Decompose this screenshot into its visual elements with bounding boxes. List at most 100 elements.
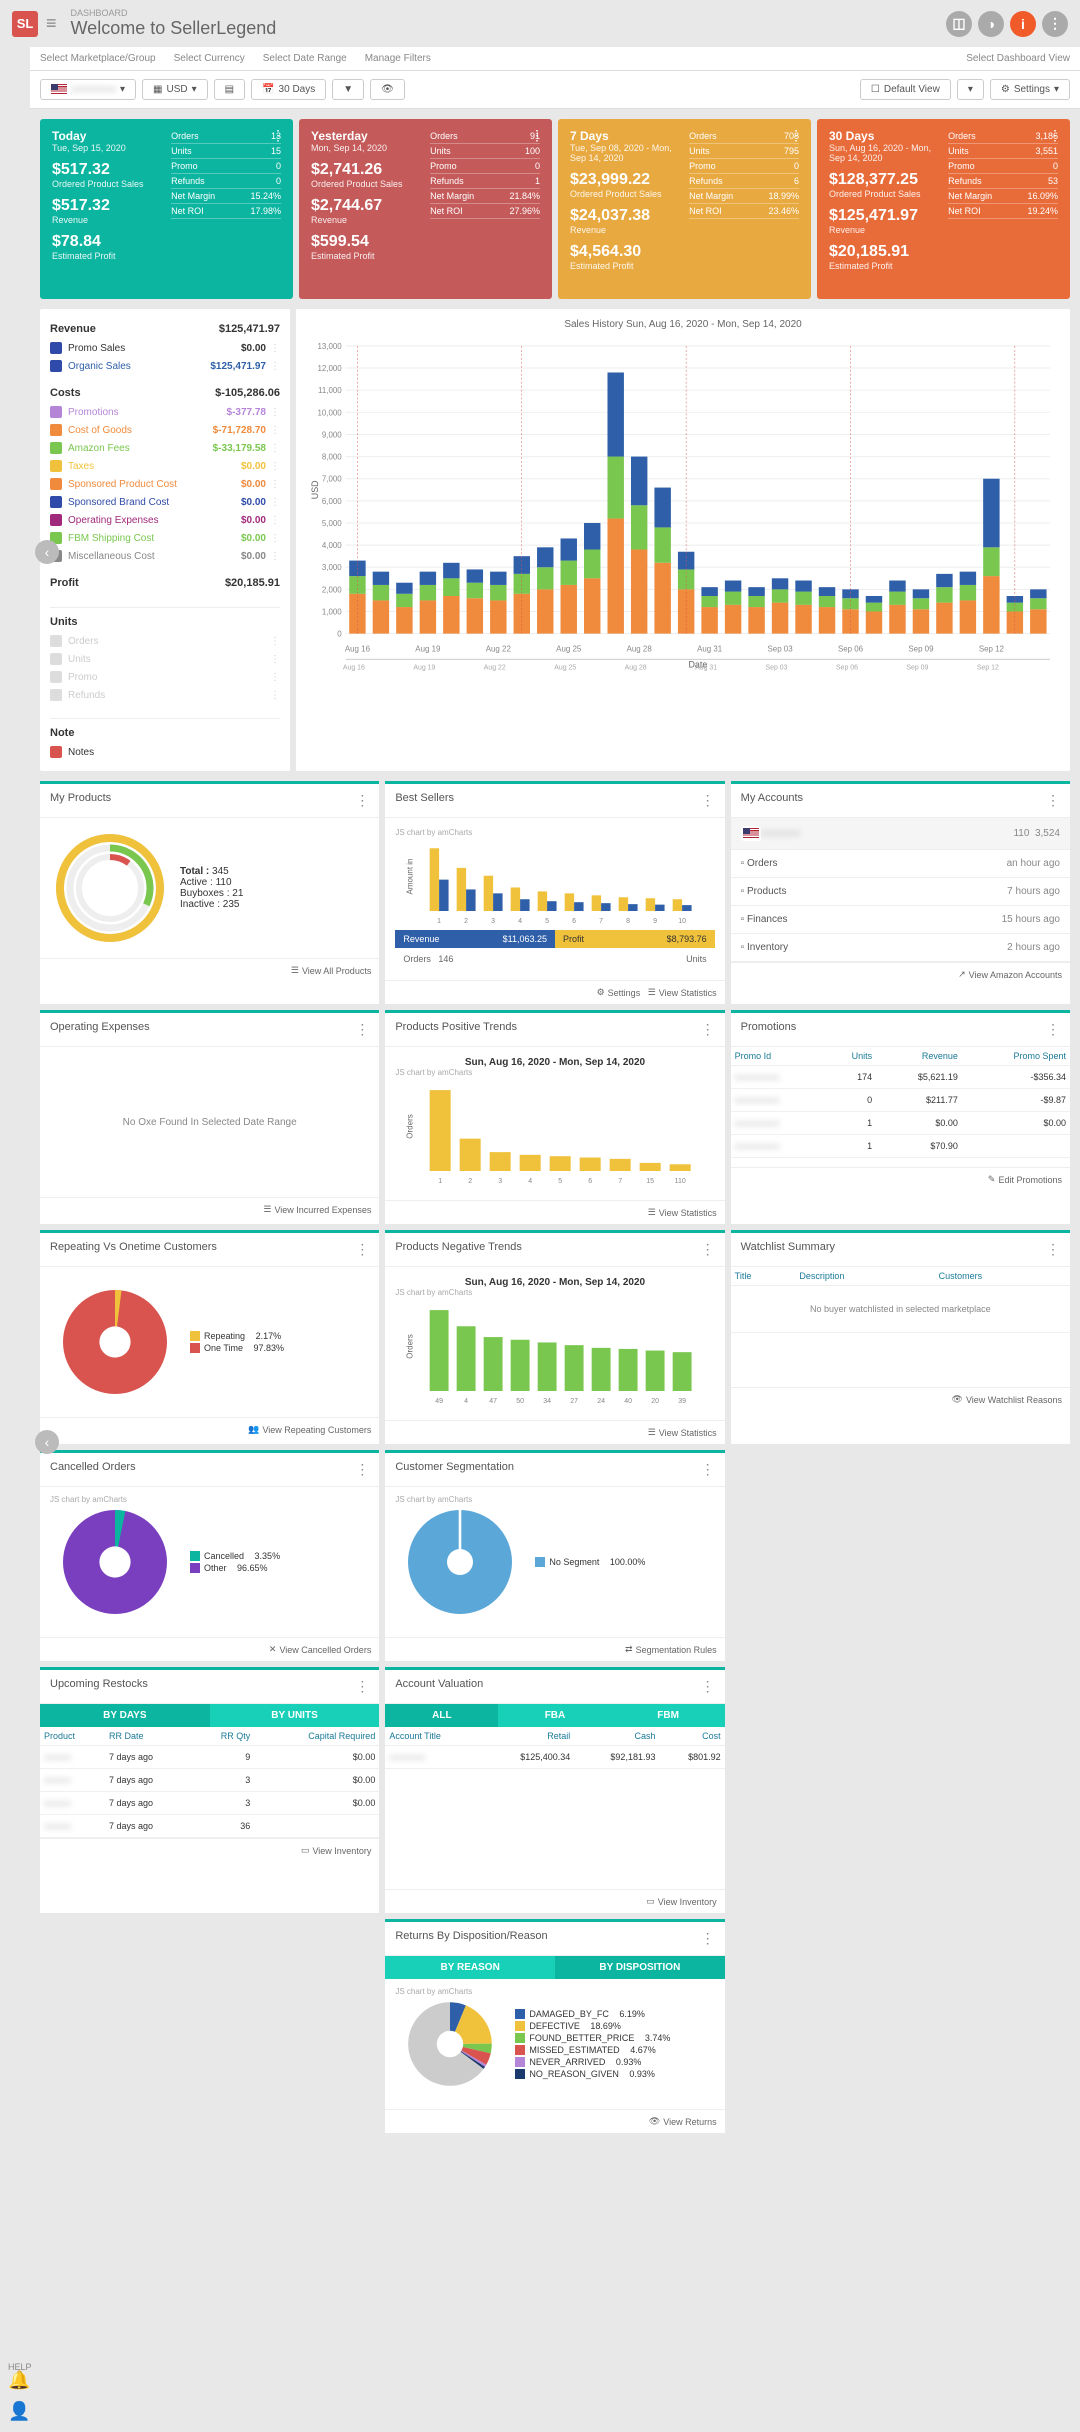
tab-fbm[interactable]: FBM (612, 1704, 725, 1727)
svg-text:6: 6 (589, 1178, 593, 1185)
view-incurred-expenses[interactable]: ☰ View Incurred Expenses (263, 1204, 371, 1215)
default-view-button[interactable]: ☐ Default View (860, 79, 951, 100)
edit-promotions[interactable]: ✎ Edit Promotions (988, 1174, 1062, 1185)
widget-menu-icon[interactable]: ⋮ (1046, 1241, 1060, 1258)
daterange-selector[interactable]: 📅 30 Days (251, 79, 326, 100)
panel-nav-left[interactable]: ‹ (35, 540, 59, 564)
view-returns[interactable]: 👁 View Returns (649, 2116, 717, 2127)
view-cancelled-orders[interactable]: ✕ View Cancelled Orders (269, 1644, 371, 1655)
svg-text:50: 50 (517, 1398, 525, 1405)
widget-restocks: Upcoming Restocks⋮ BY DAYS BY UNITS Prod… (40, 1667, 379, 1913)
filter-dashboard-view-label: Select Dashboard View (966, 53, 1070, 64)
svg-text:Aug 19: Aug 19 (413, 664, 435, 671)
kpi-menu-icon[interactable]: ⋮ (530, 127, 544, 144)
bell-icon[interactable]: 🔔 (8, 2370, 30, 2391)
tab-all[interactable]: ALL (385, 1704, 498, 1727)
svg-text:2: 2 (469, 1178, 473, 1185)
svg-text:Aug 16: Aug 16 (345, 644, 371, 653)
view-toggle[interactable]: 👁 (370, 79, 405, 100)
account-status-row[interactable]: ▫ Finances15 hours ago (731, 906, 1070, 934)
svg-text:11,000: 11,000 (318, 386, 342, 395)
widget-menu-icon[interactable]: ⋮ (355, 1461, 369, 1478)
svg-text:4: 4 (518, 918, 522, 925)
account-status-row[interactable]: ▫ Products7 hours ago (731, 878, 1070, 906)
svg-text:Sep 09: Sep 09 (908, 644, 934, 653)
widget-menu-icon[interactable]: ⋮ (355, 792, 369, 809)
account-icon[interactable]: 👤 (8, 2401, 30, 2422)
svg-text:Sep 03: Sep 03 (768, 644, 794, 653)
view-all-products-link[interactable]: ☰ View All Products (291, 965, 371, 976)
view-watchlist-reasons[interactable]: 👁 View Watchlist Reasons (952, 1394, 1062, 1405)
widget-menu-icon[interactable]: ⋮ (701, 1461, 715, 1478)
account-status-row[interactable]: ▫ Ordersan hour ago (731, 850, 1070, 878)
widget-menu-icon[interactable]: ⋮ (355, 1021, 369, 1038)
svg-text:27: 27 (571, 1398, 579, 1405)
view-repeating-customers[interactable]: 👥 View Repeating Customers (248, 1424, 371, 1435)
svg-text:4: 4 (464, 1398, 468, 1405)
info-icon[interactable]: i (1010, 11, 1036, 37)
svg-text:13,000: 13,000 (317, 342, 342, 351)
svg-text:5: 5 (545, 918, 549, 925)
bookmark-icon[interactable]: ◫ (946, 11, 972, 37)
kpi-menu-icon[interactable]: ⋮ (1048, 127, 1062, 144)
filter-button[interactable]: ▼ (332, 79, 364, 100)
widget-menu-icon[interactable]: ⋮ (701, 1241, 715, 1258)
svg-text:1: 1 (439, 1178, 443, 1185)
positive-trends-stats[interactable]: ☰ View Statistics (648, 1207, 717, 1218)
svg-text:Aug 25: Aug 25 (556, 644, 582, 653)
tab-by-reason[interactable]: BY REASON (385, 1956, 555, 1979)
kpi-card-2: ⋮ 7 DaysTue, Sep 08, 2020 - Mon, Sep 14,… (558, 119, 811, 299)
settings-button[interactable]: ⚙ Settings ▾ (990, 79, 1070, 100)
currency-selector[interactable]: ▦ USD ▾ (142, 79, 208, 100)
clock-icon[interactable]: ◑ (978, 11, 1004, 37)
sales-history-panel: Sales History Sun, Aug 16, 2020 - Mon, S… (296, 309, 1070, 771)
svg-text:Aug 22: Aug 22 (486, 644, 511, 653)
svg-text:10,000: 10,000 (317, 408, 342, 417)
breadcrumb: DASHBOARD (71, 8, 946, 18)
account-status-row[interactable]: ▫ Inventory2 hours ago (731, 934, 1070, 962)
menu-icon[interactable]: ≡ (46, 13, 57, 34)
default-view-dropdown[interactable]: ▾ (957, 79, 984, 100)
tab-by-units[interactable]: BY UNITS (210, 1704, 380, 1727)
widget-operating-expenses: Operating Expenses⋮ No Oxe Found In Sele… (40, 1010, 379, 1224)
widget-menu-icon[interactable]: ⋮ (701, 1021, 715, 1038)
widget-nav-left[interactable]: ‹ (35, 1430, 59, 1454)
svg-text:Sep 12: Sep 12 (977, 664, 999, 671)
widget-returns: Returns By Disposition/Reason⋮ BY REASON… (385, 1919, 724, 2133)
view-inventory-2[interactable]: ▭ View Inventory (646, 1896, 716, 1907)
widget-menu-icon[interactable]: ⋮ (701, 792, 715, 809)
svg-text:9,000: 9,000 (322, 430, 342, 439)
kpi-menu-icon[interactable]: ⋮ (789, 127, 803, 144)
more-icon[interactable]: ⋮ (1042, 11, 1068, 37)
tab-fba[interactable]: FBA (498, 1704, 611, 1727)
tab-by-disposition[interactable]: BY DISPOSITION (555, 1956, 725, 1979)
app-logo[interactable]: SL (12, 11, 38, 37)
svg-text:Aug 25: Aug 25 (554, 664, 576, 671)
widget-menu-icon[interactable]: ⋮ (701, 1930, 715, 1947)
view-inventory[interactable]: ▭ View Inventory (301, 1845, 371, 1856)
best-sellers-stats[interactable]: ☰ View Statistics (648, 987, 717, 998)
segmentation-rules[interactable]: ⇄ Segmentation Rules (625, 1644, 717, 1655)
widget-menu-icon[interactable]: ⋮ (355, 1678, 369, 1695)
widget-my-accounts: My Accounts⋮ xxxxxxxx 110 3,524 ▫ Orders… (731, 781, 1070, 1004)
view-amazon-accounts[interactable]: ↗ View Amazon Accounts (958, 969, 1062, 980)
tab-by-days[interactable]: BY DAYS (40, 1704, 210, 1727)
widget-menu-icon[interactable]: ⋮ (1046, 792, 1060, 809)
svg-text:Aug 19: Aug 19 (415, 644, 441, 653)
kpi-menu-icon[interactable]: ⋮ (271, 127, 285, 144)
negative-trends-stats[interactable]: ☰ View Statistics (648, 1427, 717, 1438)
svg-text:20: 20 (652, 1398, 660, 1405)
widget-menu-icon[interactable]: ⋮ (1046, 1021, 1060, 1038)
svg-text:USD: USD (310, 480, 320, 499)
svg-text:4,000: 4,000 (322, 541, 342, 550)
grid-toggle[interactable]: ▤ (214, 79, 245, 100)
filter-marketplace-label: Select Marketplace/Group (40, 53, 156, 64)
best-sellers-settings[interactable]: ⚙ Settings (597, 987, 641, 998)
marketplace-selector[interactable]: xxxxxxxxx ▾ (40, 79, 136, 100)
widget-menu-icon[interactable]: ⋮ (355, 1241, 369, 1258)
widget-menu-icon[interactable]: ⋮ (701, 1678, 715, 1695)
svg-text:4: 4 (529, 1178, 533, 1185)
svg-text:Orders: Orders (406, 1334, 415, 1358)
svg-text:12,000: 12,000 (317, 364, 342, 373)
kpi-card-1: ⋮ YesterdayMon, Sep 14, 2020 $2,741.26Or… (299, 119, 552, 299)
